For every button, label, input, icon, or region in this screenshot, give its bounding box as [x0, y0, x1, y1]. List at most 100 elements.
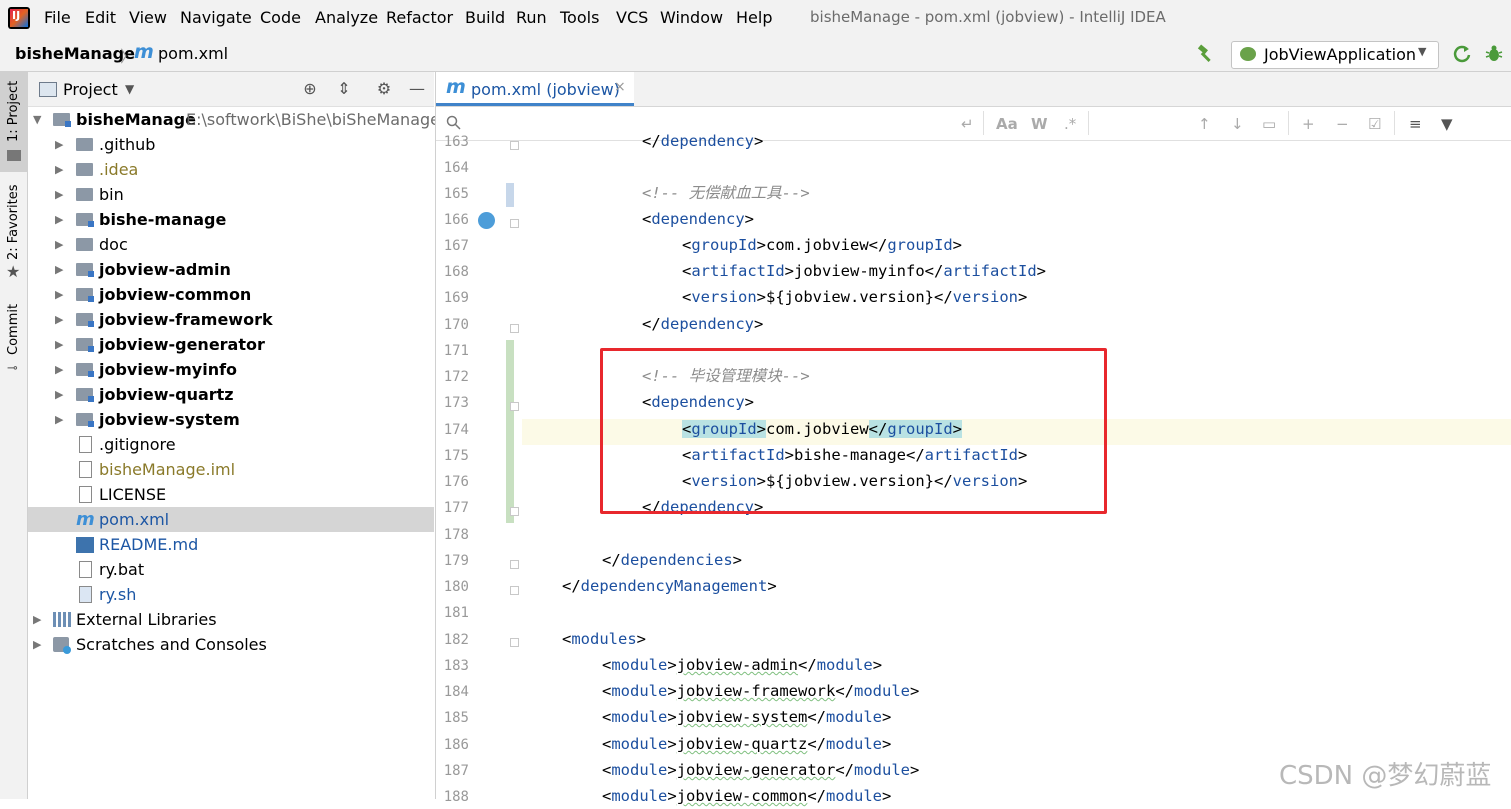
menu-file[interactable]: File: [44, 8, 71, 27]
line-number: 169: [443, 290, 469, 306]
tree-row[interactable]: ▶ Scratches and Consoles: [28, 632, 434, 657]
debug-bug-icon[interactable]: [1484, 44, 1504, 64]
fold-marker-icon[interactable]: [510, 402, 519, 411]
search-icon[interactable]: [446, 115, 461, 130]
tree-row[interactable]: .gitignore: [28, 432, 434, 457]
tree-label: pom.xml: [99, 510, 170, 529]
gear-icon[interactable]: ⚙: [375, 80, 393, 98]
line-number: 173: [443, 395, 469, 411]
close-icon[interactable]: ×: [614, 79, 626, 95]
menu-window[interactable]: Window: [660, 8, 723, 27]
chevron-down-icon[interactable]: ▼: [125, 82, 134, 96]
add-occurrence-icon[interactable]: +: [1302, 115, 1315, 133]
new-line-icon[interactable]: ↵: [961, 115, 974, 133]
tree-row[interactable]: ▶ jobview-admin: [28, 257, 434, 282]
arrow-down-icon[interactable]: ↓: [1231, 115, 1244, 133]
tool-tab-favorites[interactable]: 2: Favorites ★: [0, 182, 27, 282]
menu-navigate[interactable]: Navigate: [180, 8, 252, 27]
find-in-selection-icon[interactable]: ▭: [1262, 115, 1276, 133]
fold-marker-icon[interactable]: [510, 219, 519, 228]
tree-label: jobview-generator: [99, 335, 265, 354]
tool-tab-commit[interactable]: Commit ⊸: [0, 297, 27, 377]
match-case-icon[interactable]: Aa: [996, 115, 1018, 133]
tree-row[interactable]: README.md: [28, 532, 434, 557]
code-line: <version>${jobview.version}</version>: [682, 288, 1028, 306]
menu-vcs[interactable]: VCS: [616, 8, 648, 27]
expand-arrow-icon[interactable]: ▶: [33, 607, 41, 632]
menu-edit[interactable]: Edit: [85, 8, 116, 27]
expand-arrow-icon[interactable]: ▶: [55, 207, 63, 232]
tree-row-selected[interactable]: m pom.xml: [28, 507, 434, 532]
tree-row[interactable]: bisheManage.iml: [28, 457, 434, 482]
tree-row[interactable]: ▶ jobview-generator: [28, 332, 434, 357]
locate-target-icon[interactable]: ⊕: [301, 80, 319, 98]
menu-analyze[interactable]: Analyze: [315, 8, 378, 27]
expand-arrow-icon[interactable]: ▶: [55, 157, 63, 182]
whole-words-icon[interactable]: W: [1031, 115, 1048, 133]
build-hammer-icon[interactable]: [1195, 44, 1215, 64]
tree-row[interactable]: ▶ bin: [28, 182, 434, 207]
vcs-added-marker[interactable]: [506, 340, 514, 523]
expand-arrow-icon[interactable]: ▶: [55, 382, 63, 407]
collapse-all-icon[interactable]: ⇕: [335, 80, 353, 98]
tree-row[interactable]: ▶ .github: [28, 132, 434, 157]
fold-marker-icon[interactable]: [510, 586, 519, 595]
fold-marker-icon[interactable]: [510, 560, 519, 569]
fold-marker-icon[interactable]: [510, 638, 519, 647]
tree-row[interactable]: ▶ jobview-myinfo: [28, 357, 434, 382]
expand-arrow-icon[interactable]: ▶: [55, 407, 63, 432]
expand-arrow-icon[interactable]: ▶: [55, 232, 63, 257]
expand-arrow-icon[interactable]: ▶: [55, 182, 63, 207]
fold-marker-icon[interactable]: [510, 507, 519, 516]
tree-row[interactable]: ▶ jobview-common: [28, 282, 434, 307]
tree-row[interactable]: ▶ jobview-framework: [28, 307, 434, 332]
expand-arrow-icon[interactable]: ▶: [55, 332, 63, 357]
fold-marker-icon[interactable]: [510, 141, 519, 150]
editor-tab-pom[interactable]: m pom.xml (jobview) ×: [436, 72, 634, 106]
remove-occurrence-icon[interactable]: −: [1336, 115, 1349, 133]
multiline-icon[interactable]: ≡: [1409, 115, 1422, 133]
tree-row[interactable]: ▶ External Libraries: [28, 607, 434, 632]
filter-icon[interactable]: ▼: [1441, 115, 1453, 133]
tree-row[interactable]: ▶ jobview-system: [28, 407, 434, 432]
tree-label: ry.sh: [99, 585, 137, 604]
tree-row[interactable]: ▶ doc: [28, 232, 434, 257]
menu-code[interactable]: Code: [260, 8, 301, 27]
tree-row[interactable]: ry.sh: [28, 582, 434, 607]
fold-marker-icon[interactable]: [510, 324, 519, 333]
expand-arrow-icon[interactable]: ▶: [55, 357, 63, 382]
expand-arrow-icon[interactable]: ▶: [55, 257, 63, 282]
line-number: 166: [443, 212, 469, 228]
tree-row[interactable]: ▶ .idea: [28, 157, 434, 182]
tree-row[interactable]: LICENSE: [28, 482, 434, 507]
line-number: 186: [443, 737, 469, 753]
breadcrumb-project[interactable]: bisheManage: [15, 44, 135, 63]
arrow-up-icon[interactable]: ↑: [1198, 115, 1211, 133]
maven-navigate-icon[interactable]: [478, 212, 495, 229]
run-configuration-select[interactable]: JobViewApplication ▼: [1231, 41, 1439, 69]
tree-row[interactable]: ▶ jobview-quartz: [28, 382, 434, 407]
menu-refactor[interactable]: Refactor: [386, 8, 453, 27]
expand-arrow-icon[interactable]: ▶: [55, 132, 63, 157]
menu-help[interactable]: Help: [736, 8, 772, 27]
menu-tools[interactable]: Tools: [560, 8, 599, 27]
minimize-icon[interactable]: —: [408, 80, 426, 98]
vcs-modified-marker[interactable]: [506, 183, 514, 207]
expand-arrow-icon[interactable]: ▶: [55, 282, 63, 307]
expand-arrow-icon[interactable]: ▶: [55, 307, 63, 332]
tool-tab-project[interactable]: 1: Project: [0, 72, 27, 172]
regex-icon[interactable]: .*: [1064, 115, 1076, 133]
project-view-select[interactable]: Project: [63, 80, 118, 99]
menu-run[interactable]: Run: [516, 8, 547, 27]
select-all-occurrences-icon[interactable]: ☑: [1368, 115, 1381, 133]
tree-row[interactable]: ▶ bishe-manage: [28, 207, 434, 232]
editor-tab-bar: m pom.xml (jobview) ×: [436, 72, 1511, 107]
tree-row[interactable]: ry.bat: [28, 557, 434, 582]
expand-arrow-icon[interactable]: ▶: [33, 632, 41, 657]
menu-view[interactable]: View: [129, 8, 167, 27]
expand-arrow-icon[interactable]: ▼: [33, 107, 41, 132]
tree-row-root[interactable]: ▼ bisheManage E:\softwork\BiShe\biSheMan…: [28, 107, 456, 132]
menu-build[interactable]: Build: [465, 8, 505, 27]
breadcrumb-file[interactable]: pom.xml: [158, 44, 228, 63]
rerun-icon[interactable]: [1452, 44, 1472, 64]
